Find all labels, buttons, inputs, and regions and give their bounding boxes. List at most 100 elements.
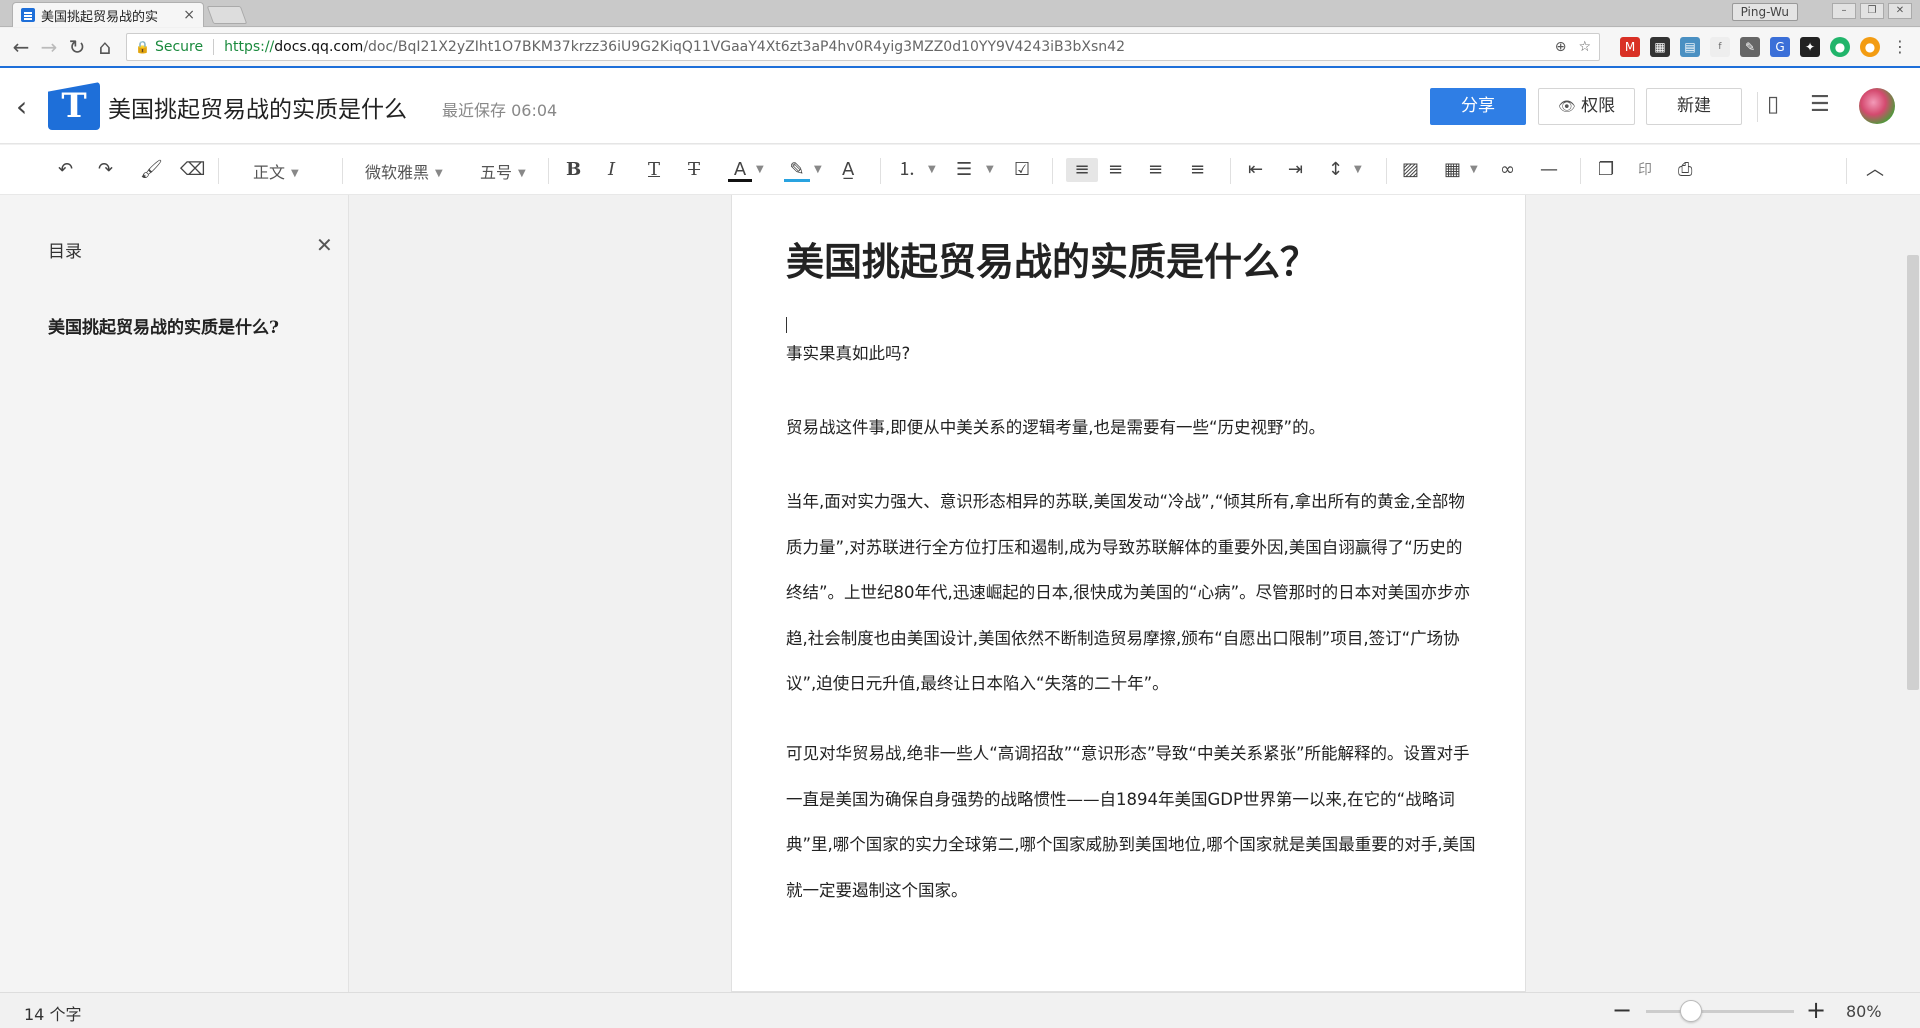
puzzle-extension-icon[interactable]: ✦ — [1800, 37, 1820, 57]
browser-toolbar: ← → ↻ ⌂ 🔒 Secure https:// docs.qq.com /d… — [0, 28, 1920, 67]
numbered-list-icon[interactable]: ⒈ — [898, 158, 916, 182]
tencent-docs-logo-icon[interactable]: T — [48, 82, 100, 130]
translate-extension-icon[interactable]: G — [1770, 37, 1790, 57]
close-icon[interactable]: ✕ — [316, 233, 333, 257]
zoom-icon[interactable]: ⊕ — [1555, 39, 1567, 55]
stamp-icon[interactable]: 印 — [1638, 158, 1652, 182]
text-effect-icon[interactable]: A̲ — [842, 158, 854, 182]
chevron-down-icon[interactable]: ▼ — [986, 158, 994, 182]
collapse-toolbar-icon[interactable]: ︿ — [1866, 158, 1884, 182]
chat-extension-icon[interactable]: ● — [1830, 37, 1850, 57]
address-bar[interactable]: 🔒 Secure https:// docs.qq.com /doc/BqI21… — [126, 33, 1600, 61]
align-justify-icon[interactable]: ≡ — [1190, 158, 1205, 182]
menu-icon[interactable]: ☰ — [1810, 92, 1830, 117]
chevron-down-icon[interactable]: ▼ — [1354, 158, 1362, 182]
checklist-icon[interactable]: ☑ — [1014, 158, 1030, 182]
paragraph[interactable]: 可见对华贸易战,绝非一些人“高调招敌”“意识形态”导致“中美关系紧张”所能解释的… — [786, 731, 1476, 913]
maximize-icon[interactable]: ❐ — [1860, 3, 1884, 19]
save-extension-icon[interactable]: ▤ — [1680, 37, 1700, 57]
avatar[interactable] — [1859, 88, 1895, 124]
browser-tab[interactable]: 美国挑起贸易战的实 × — [12, 2, 204, 27]
decrease-indent-icon[interactable]: ⇤ — [1248, 158, 1263, 182]
strikethrough-icon[interactable]: T — [688, 158, 700, 182]
wallet-extension-icon[interactable]: ● — [1860, 37, 1880, 57]
document-page[interactable]: 美国挑起贸易战的实质是什么？ 事实果真如此吗? 贸易战这件事,即便从中美关系的逻… — [731, 195, 1526, 992]
highlight-icon[interactable]: ✎ — [784, 158, 810, 182]
save-status: 最近保存 06:04 — [442, 101, 558, 120]
chevron-down-icon[interactable]: ▼ — [1470, 158, 1478, 182]
permission-button[interactable]: 👁 权限 — [1538, 88, 1635, 125]
zoom-slider-handle[interactable] — [1680, 1000, 1702, 1022]
toolbar-divider — [880, 158, 881, 184]
toolbar-divider — [1580, 158, 1581, 184]
align-right-icon[interactable]: ≡ — [1148, 158, 1163, 182]
zoom-slider-track[interactable] — [1646, 1010, 1794, 1013]
profile-name[interactable]: Ping-Wu — [1731, 3, 1798, 21]
clear-format-icon[interactable]: ⌫ — [180, 158, 205, 182]
url-scheme: https:// — [224, 39, 275, 55]
document-heading[interactable]: 美国挑起贸易战的实质是什么？ — [786, 231, 1318, 286]
chevron-down-icon[interactable]: ▼ — [814, 158, 822, 182]
minimize-icon[interactable]: – — [1832, 3, 1856, 19]
align-center-icon[interactable]: ≡ — [1108, 158, 1123, 182]
italic-icon[interactable]: I — [608, 158, 615, 182]
share-button[interactable]: 分享 — [1430, 88, 1526, 125]
back-arrow-icon[interactable]: ← — [10, 36, 32, 58]
zoom-out-icon[interactable]: − — [1612, 996, 1632, 1024]
toolbar-divider — [342, 158, 343, 184]
editor-toolbar: ↶ ↷ 🖌 ⌫ 正文 ▼ 微软雅黑 ▼ 五号 ▼ B I T T A ▼ ✎ ▼ A̲… — [0, 145, 1920, 195]
url-path: /doc/BqI21X2yZIht1O7BKM37krzz36iU9G2KiqQ… — [363, 39, 1125, 55]
vertical-scrollbar[interactable] — [1907, 255, 1919, 690]
copy-icon[interactable]: ❐ — [1598, 158, 1614, 182]
underline-icon[interactable]: T — [648, 158, 660, 182]
paragraph[interactable]: 事实果真如此吗? — [786, 331, 1476, 377]
chevron-down-icon: ▼ — [435, 168, 443, 179]
horizontal-rule-icon[interactable]: — — [1540, 158, 1558, 182]
font-extension-icon[interactable]: f — [1710, 37, 1730, 57]
toolbar-divider — [1230, 158, 1231, 184]
redo-icon[interactable]: ↷ — [98, 158, 113, 182]
font-color-icon[interactable]: A — [728, 158, 752, 182]
paragraph-style-select[interactable]: 正文 ▼ — [253, 159, 299, 183]
tool-extension-icon[interactable]: ✎ — [1740, 37, 1760, 57]
print-icon[interactable]: ⎙ — [1678, 158, 1692, 182]
image-icon[interactable]: ▨ — [1402, 158, 1419, 182]
undo-icon[interactable]: ↶ — [58, 158, 73, 182]
mobile-icon[interactable]: ▯ — [1767, 92, 1779, 117]
increase-indent-icon[interactable]: ⇥ — [1288, 158, 1303, 182]
toc-item[interactable]: 美国挑起贸易战的实质是什么? — [48, 313, 279, 338]
align-left-icon[interactable]: ≡ — [1066, 158, 1098, 182]
bold-icon[interactable]: B — [566, 158, 581, 182]
new-tab-button[interactable] — [206, 6, 248, 24]
table-icon[interactable]: ▦ — [1444, 158, 1461, 182]
link-icon[interactable]: ∞ — [1500, 158, 1515, 182]
back-chevron-icon[interactable]: ‹ — [16, 90, 27, 123]
apps-extension-icon[interactable]: ▦ — [1650, 37, 1670, 57]
forward-arrow-icon[interactable]: → — [38, 36, 60, 58]
omnibox-divider — [213, 39, 215, 55]
paragraph[interactable]: 当年,面对实力强大、意识形态相异的苏联,美国发动“冷战”,“倾其所有,拿出所有的… — [786, 479, 1476, 707]
lock-icon: 🔒 — [135, 40, 150, 54]
chevron-down-icon[interactable]: ▼ — [756, 158, 764, 182]
font-family-select[interactable]: 微软雅黑 ▼ — [365, 159, 443, 183]
font-size-select[interactable]: 五号 ▼ — [480, 159, 526, 183]
document-title[interactable]: 美国挑起贸易战的实质是什么 — [108, 90, 407, 124]
bookmark-star-icon[interactable]: ☆ — [1578, 39, 1591, 55]
line-spacing-icon[interactable]: ↕ — [1328, 158, 1343, 182]
format-painter-icon[interactable]: 🖌 — [140, 158, 163, 182]
tab-close-icon[interactable]: × — [183, 7, 195, 23]
close-window-icon[interactable]: ✕ — [1888, 3, 1912, 19]
bullet-list-icon[interactable]: ☰ — [956, 158, 972, 182]
zoom-in-icon[interactable]: + — [1806, 996, 1826, 1024]
browser-menu-icon[interactable]: ⋮ — [1890, 37, 1910, 57]
home-icon[interactable]: ⌂ — [94, 36, 116, 58]
secure-label: Secure — [154, 39, 204, 55]
reload-icon[interactable]: ↻ — [66, 36, 88, 58]
toolbar-divider — [548, 158, 549, 184]
chevron-down-icon[interactable]: ▼ — [928, 158, 936, 182]
new-button[interactable]: 新建 — [1646, 88, 1742, 125]
paragraph[interactable]: 贸易战这件事,即便从中美关系的逻辑考量,也是需要有一些“历史视野”的。 — [786, 405, 1476, 451]
gmail-extension-icon[interactable]: M — [1620, 37, 1640, 57]
url-host: docs.qq.com — [274, 39, 364, 55]
toolbar-divider — [1386, 158, 1387, 184]
